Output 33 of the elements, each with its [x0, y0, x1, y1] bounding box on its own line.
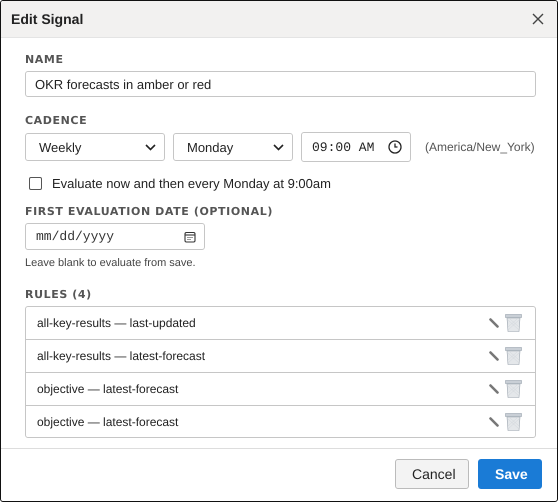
trash-icon[interactable] — [505, 412, 522, 430]
close-icon[interactable] — [532, 13, 544, 25]
time-field[interactable]: 09:00 AM — [301, 132, 411, 162]
checkbox[interactable] — [29, 177, 42, 190]
field-label: CADENCE — [25, 114, 88, 127]
date-field[interactable]: mm/dd/yyyy — [25, 223, 205, 250]
day-dropdown[interactable]: Monday — [173, 133, 293, 161]
help-text: Leave blank to evaluate from save. — [25, 257, 196, 269]
rule-text: all-key-results — last-updated — [37, 316, 197, 330]
rule-text: all-key-results — latest-forecast — [37, 349, 206, 363]
window-title: Edit Signal — [11, 11, 84, 27]
pencil-icon[interactable] — [489, 416, 499, 426]
clock-icon[interactable] — [388, 140, 402, 154]
field-label: FIRST EVALUATION DATE (OPTIONAL) — [25, 205, 273, 218]
checkbox-label: Evaluate now and then every Monday at 9:00am — [52, 176, 331, 191]
save-button[interactable]: Save — [478, 459, 542, 489]
pencil-icon[interactable] — [489, 384, 499, 394]
timezone-text: (America/New_York) — [425, 140, 535, 154]
field-label: RULES (4) — [25, 288, 92, 301]
chevron-down-icon — [145, 144, 156, 150]
pencil-icon[interactable] — [489, 351, 499, 361]
field-label: NAME — [25, 53, 64, 66]
calendar-icon[interactable] — [184, 230, 196, 242]
trash-icon[interactable] — [505, 347, 522, 365]
pencil-icon[interactable] — [489, 318, 499, 328]
rule-text: objective — latest-forecast — [37, 414, 180, 428]
rule-text: objective — latest-forecast — [37, 382, 180, 396]
trash-icon[interactable] — [505, 380, 522, 398]
cancel-button[interactable]: Cancel — [395, 459, 469, 489]
trash-icon[interactable] — [505, 314, 522, 332]
chevron-down-icon — [273, 144, 284, 150]
frequency-dropdown[interactable]: Weekly — [25, 133, 165, 161]
name-field[interactable]: OKR forecasts in amber or red — [25, 71, 536, 97]
